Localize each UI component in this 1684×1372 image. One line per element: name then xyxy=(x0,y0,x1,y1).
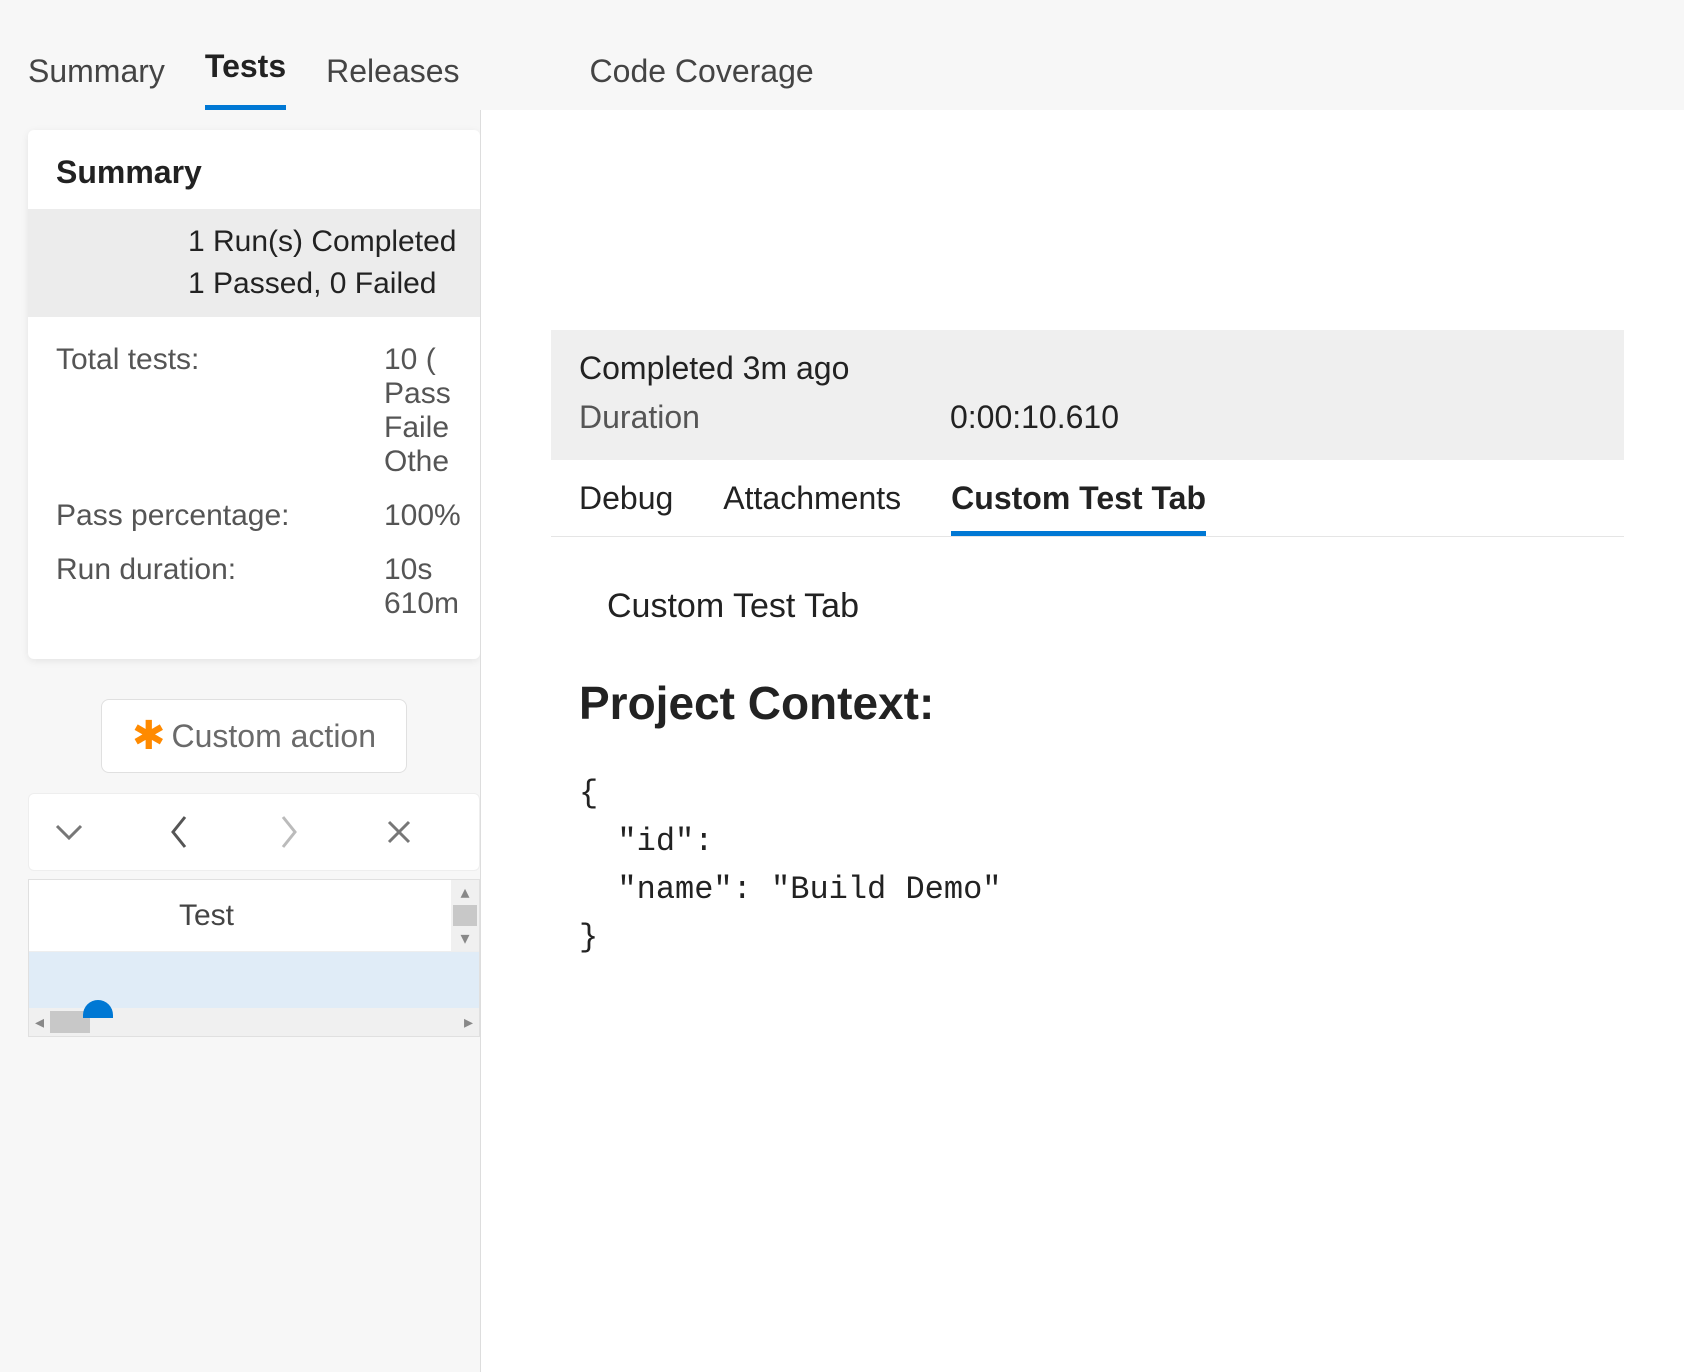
summary-card-title: Summary xyxy=(28,130,480,209)
tab-summary[interactable]: Summary xyxy=(28,53,165,110)
run-duration-ms: 610m xyxy=(384,587,459,621)
nav-row xyxy=(28,793,480,871)
grid-column-test[interactable]: Test xyxy=(179,899,234,933)
top-tab-strip: Summary Tests Releases Code Coverage xyxy=(0,0,1684,110)
summary-row-run-duration: Run duration: 10s 610m xyxy=(56,543,480,631)
run-duration-label: Run duration: xyxy=(56,553,376,587)
detail-duration-label: Duration xyxy=(579,399,700,436)
detail-tab-attachments[interactable]: Attachments xyxy=(723,480,901,536)
detail-tab-strip: Debug Attachments Custom Test Tab xyxy=(551,460,1624,537)
summary-runs-completed: 1 Run(s) Completed xyxy=(188,221,452,263)
next-button[interactable] xyxy=(269,812,309,852)
detail-panel: Completed 3m ago Duration 0:00:10.610 De… xyxy=(480,110,1684,1372)
run-duration-seconds: 10s xyxy=(384,553,459,587)
summary-row-pass-percentage: Pass percentage: 100% xyxy=(56,489,480,543)
chevron-down-icon xyxy=(55,823,83,841)
tab-tests[interactable]: Tests xyxy=(205,48,286,110)
detail-section-label: Custom Test Tab xyxy=(579,587,1596,626)
total-tests-label: Total tests: xyxy=(56,343,376,377)
scroll-left-arrow-icon[interactable]: ◂ xyxy=(35,1012,44,1033)
summary-pass-fail: 1 Passed, 0 Failed xyxy=(188,263,452,305)
total-tests-failed: Faile xyxy=(384,411,451,445)
grid-body[interactable] xyxy=(29,952,479,1008)
detail-completed-time: Completed 3m ago xyxy=(579,350,1596,387)
scroll-down-arrow-icon[interactable]: ▾ xyxy=(460,926,469,951)
previous-button[interactable] xyxy=(159,812,199,852)
tab-releases[interactable]: Releases xyxy=(326,53,459,110)
project-context-code: { "id": "name": "Build Demo" } xyxy=(579,770,1596,962)
total-tests-passed: Pass xyxy=(384,377,451,411)
scroll-right-arrow-icon[interactable]: ▸ xyxy=(464,1012,473,1033)
vertical-scrollbar[interactable]: ▴ ▾ xyxy=(451,880,479,951)
vertical-scroll-thumb[interactable] xyxy=(453,905,477,926)
test-grid: Test ▴ ▾ ◂ ▸ xyxy=(28,879,480,1037)
summary-banner: 1 Run(s) Completed 1 Passed, 0 Failed xyxy=(28,209,480,317)
asterisk-icon: ✱ xyxy=(132,716,166,756)
chevron-right-icon xyxy=(280,815,298,849)
scroll-up-arrow-icon[interactable]: ▴ xyxy=(460,880,469,905)
summary-card: Summary 1 Run(s) Completed 1 Passed, 0 F… xyxy=(28,130,480,659)
close-button[interactable] xyxy=(379,812,419,852)
pass-percentage-label: Pass percentage: xyxy=(56,499,376,533)
detail-body: Custom Test Tab Project Context: { "id":… xyxy=(551,537,1624,1012)
left-panel: Summary 1 Run(s) Completed 1 Passed, 0 F… xyxy=(0,110,480,1372)
close-icon xyxy=(385,818,413,846)
detail-header: Completed 3m ago Duration 0:00:10.610 xyxy=(551,330,1624,460)
detail-tab-custom[interactable]: Custom Test Tab xyxy=(951,480,1206,536)
summary-row-total-tests: Total tests: 10 ( Pass Faile Othe xyxy=(56,333,480,489)
total-tests-value: 10 ( xyxy=(384,343,451,377)
pass-percentage-value: 100% xyxy=(384,499,461,533)
status-indicator-icon xyxy=(83,1000,113,1018)
total-tests-other: Othe xyxy=(384,445,451,479)
detail-tab-debug[interactable]: Debug xyxy=(579,480,673,536)
custom-action-label: Custom action xyxy=(171,718,376,755)
tab-code-coverage[interactable]: Code Coverage xyxy=(590,53,814,110)
custom-action-button[interactable]: ✱ Custom action xyxy=(101,699,407,773)
grid-header: Test ▴ ▾ xyxy=(29,880,479,952)
chevron-left-icon xyxy=(170,815,188,849)
detail-body-title: Project Context: xyxy=(579,676,1596,730)
detail-duration-value: 0:00:10.610 xyxy=(950,399,1119,436)
expand-down-button[interactable] xyxy=(49,812,89,852)
